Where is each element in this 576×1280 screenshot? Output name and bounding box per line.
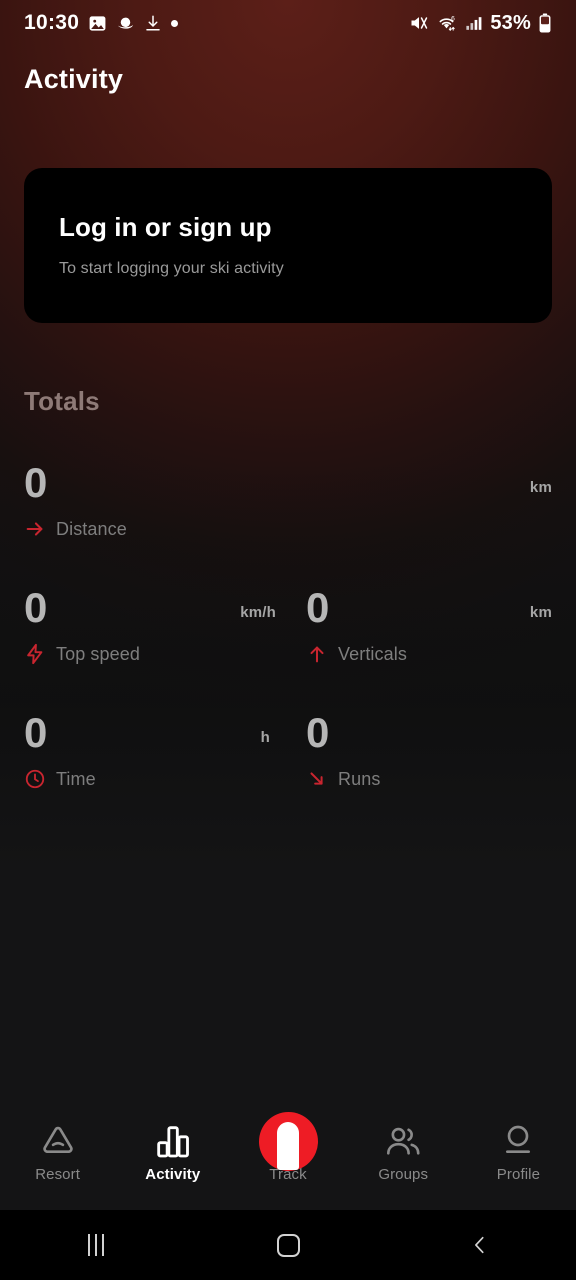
stat-value: 0 <box>306 709 329 756</box>
battery-icon <box>538 13 552 33</box>
nav-label: Groups <box>378 1166 429 1183</box>
stat-row: 0 km/h Top speed 0 km Verticals <box>0 580 576 705</box>
home-icon[interactable] <box>192 1233 384 1257</box>
nav-item-resort[interactable]: Resort <box>0 1105 115 1183</box>
status-bar-right: 6 53% <box>409 12 552 35</box>
stat-unit: h <box>260 729 270 746</box>
android-navigation-bar <box>0 1210 576 1280</box>
login-card-subtitle: To start logging your ski activity <box>59 260 284 277</box>
nav-label: Resort <box>35 1166 80 1183</box>
stat-distance: 0 km Distance <box>24 455 552 580</box>
login-card-title: Log in or sign up <box>59 212 272 242</box>
dot-icon <box>171 19 179 27</box>
mountain-icon <box>37 1118 79 1164</box>
battery-percent-label: 53% <box>490 11 531 34</box>
track-button-circle[interactable] <box>258 1111 318 1171</box>
status-bar-clock: 10:30 <box>24 11 80 34</box>
person-icon <box>498 1118 538 1164</box>
stat-label: Runs <box>338 768 381 789</box>
nav-item-groups[interactable]: Groups <box>346 1105 461 1183</box>
status-bar: 10:30 6 53% <box>0 0 576 46</box>
clock-icon <box>24 768 46 790</box>
stat-label-group: Top speed <box>24 643 140 665</box>
nav-item-track[interactable]: Track <box>230 1105 345 1183</box>
login-signup-card[interactable]: Log in or sign up To start logging your … <box>24 168 552 323</box>
arrow-down-right-icon <box>306 768 328 790</box>
download-icon <box>144 14 162 32</box>
ski-shape <box>277 1121 299 1170</box>
nav-item-activity[interactable]: Activity <box>115 1105 230 1183</box>
stat-unit: km <box>529 604 552 621</box>
totals-heading: Totals <box>24 386 100 416</box>
totals-stats: 0 km Distance 0 km/h Top speed 0 km Vert… <box>0 455 576 830</box>
stat-row: 0 km Distance <box>0 455 576 580</box>
stat-label-group: Verticals <box>306 643 407 665</box>
stat-label: Time <box>56 768 96 789</box>
stat-verticals: 0 km Verticals <box>306 580 552 705</box>
arrow-up-icon <box>306 643 328 665</box>
arrow-right-icon <box>24 518 46 540</box>
zap-icon <box>24 643 46 665</box>
back-icon[interactable] <box>384 1233 576 1257</box>
photo-icon <box>88 14 107 33</box>
people-icon <box>382 1118 424 1164</box>
stat-label: Distance <box>56 518 127 539</box>
stat-label: Top speed <box>56 643 140 664</box>
stat-value: 0 <box>24 709 47 756</box>
track-ski-icon <box>258 1111 318 1171</box>
svg-text:6: 6 <box>451 16 455 23</box>
app-screen: 10:30 6 53% Activity Log in or sign up T… <box>0 0 576 1280</box>
stat-time: 0 h Time <box>24 705 276 830</box>
stat-unit: km/h <box>240 604 276 621</box>
planet-icon <box>116 14 135 33</box>
recents-icon[interactable] <box>0 1234 192 1256</box>
page-title: Activity <box>24 64 124 94</box>
bottom-navigation: Resort Activity Track Groups Profile <box>0 1105 576 1210</box>
status-bar-left: 10:30 <box>24 11 179 35</box>
stat-label: Verticals <box>338 643 407 664</box>
mute-icon <box>409 13 429 33</box>
stat-value: 0 <box>24 459 47 506</box>
stat-label-group: Runs <box>306 768 380 790</box>
stat-value: 0 <box>306 584 329 631</box>
stat-label-group: Time <box>24 768 96 790</box>
stat-top-speed: 0 km/h Top speed <box>24 580 276 705</box>
nav-label: Profile <box>496 1166 541 1183</box>
stat-row: 0 h Time 0 Runs <box>0 705 576 830</box>
nav-label: Activity <box>145 1166 201 1183</box>
stat-label-group: Distance <box>24 518 127 540</box>
nav-item-profile[interactable]: Profile <box>461 1105 576 1183</box>
signal-icon <box>464 14 483 33</box>
stat-runs: 0 Runs <box>306 705 552 830</box>
wifi-6-icon: 6 <box>436 13 457 33</box>
stat-value: 0 <box>24 584 47 631</box>
bar-chart-icon <box>153 1118 193 1164</box>
stat-unit: km <box>529 479 552 496</box>
